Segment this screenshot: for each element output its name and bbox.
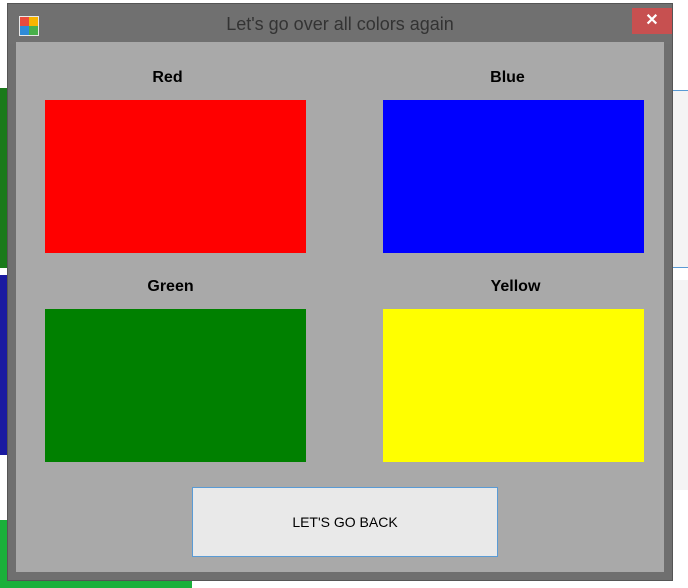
color-swatch-yellow: [383, 309, 644, 462]
window-title: Let's go over all colors again: [226, 14, 454, 34]
close-icon: ✕: [645, 12, 659, 29]
color-swatch-blue: [383, 100, 644, 253]
color-label-yellow: Yellow: [490, 278, 541, 295]
background-right-panel-lower: [672, 280, 688, 490]
close-button[interactable]: ✕: [632, 8, 672, 34]
go-back-button[interactable]: LET'S GO BACK: [192, 487, 498, 557]
dialog-window: Let's go over all colors again ✕ Red Blu…: [8, 4, 672, 580]
title-bar[interactable]: Let's go over all colors again ✕: [8, 4, 672, 44]
color-label-green: Green: [147, 278, 194, 295]
color-swatch-red: [45, 100, 306, 253]
dialog-content: Red Blue Green Yellow LET'S GO BACK: [16, 42, 664, 572]
color-label-red: Red: [152, 69, 183, 86]
background-green-strip: [0, 88, 8, 268]
color-swatch-green: [45, 309, 306, 462]
background-right-panel: [672, 90, 688, 268]
color-label-blue: Blue: [490, 69, 525, 86]
background-blue-strip: [0, 275, 8, 455]
